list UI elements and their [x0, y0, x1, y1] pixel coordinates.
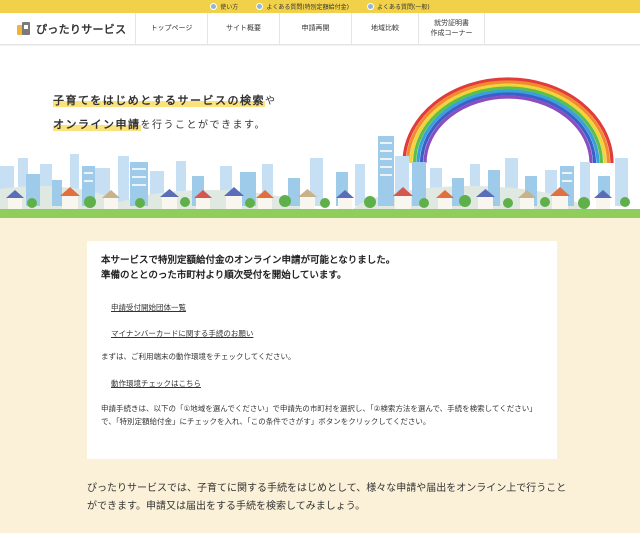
procedure-text: 申請手続きは、以下の「①地域を選んでください」で申請先の市町村を選択し、「②検索…: [101, 404, 537, 426]
bullet-icon: [256, 3, 264, 10]
bullet-icon: [210, 3, 218, 10]
nav-top-page[interactable]: トップページ: [135, 13, 207, 44]
nav-region-compare[interactable]: 地域比較: [351, 13, 418, 44]
hero-rest: や: [264, 96, 277, 107]
check-environment-text: まずは、ご利用端末の動作環境をチェックしてください。: [101, 352, 296, 361]
utility-bar: 使い方 よくある質問(特別定額給付金) よくある質問(一般): [0, 0, 640, 13]
logo-icon: [17, 21, 31, 36]
hero-tagline-line1: 子育てをはじめとするサービスの検索や: [53, 92, 276, 108]
hero-tagline-line2: オンライン申請を行うことができます。: [53, 116, 266, 132]
util-link-label: よくある質問(一般): [377, 4, 430, 11]
cityscape-illustration: [0, 77, 640, 218]
util-link-faq-benefit[interactable]: よくある質問(特別定額給付金): [256, 2, 349, 11]
notice-heading-line2: 準備のととのった市町村より順次受付を開始しています。: [101, 270, 347, 282]
notice-heading-line1: 本サービスで特別定額給付金のオンライン申請が可能となりました。: [101, 255, 396, 266]
link-environment-check[interactable]: 動作環境チェックはこちら: [111, 378, 201, 389]
bullet-icon: [367, 3, 374, 10]
logo-text: ぴったりサービス: [36, 22, 127, 36]
util-link-label: よくある質問(特別定額給付金): [266, 4, 349, 11]
link-accepting-municipalities[interactable]: 申請受付開始団体一覧: [111, 302, 186, 313]
hero-highlight: 子育てをはじめとするサービスの検索: [53, 94, 265, 107]
hero-highlight: オンライン申請: [53, 118, 141, 131]
nav-application-resume[interactable]: 申請再開: [279, 13, 351, 44]
link-mynumber-card-request[interactable]: マイナンバーカードに関する手続のお願い: [111, 328, 253, 339]
site-logo[interactable]: ぴったりサービス: [17, 21, 135, 37]
intro-text: ぴったりサービスでは、子育てに関する手続をはじめとして、様々な申請や届出をオンラ…: [87, 483, 567, 512]
nav-site-overview[interactable]: サイト概要: [207, 13, 279, 44]
util-link-faq-general[interactable]: よくある質問(一般): [367, 2, 430, 11]
hero-rest: を行うことができます。: [140, 120, 266, 131]
site-header: ぴったりサービス トップページ サイト概要 申請再開 地域比較 就労証明書 作成…: [0, 13, 640, 45]
notice-panel: 本サービスで特別定額給付金のオンライン申請が可能となりました。 準備のととのった…: [87, 241, 557, 459]
notice-heading: 本サービスで特別定額給付金のオンライン申請が可能となりました。 準備のととのった…: [101, 253, 551, 283]
util-link-label: 使い方: [220, 4, 239, 11]
hero-banner: 子育てをはじめとするサービスの検索や オンライン申請を行うことができます。: [0, 46, 640, 218]
nav-employment-certificate[interactable]: 就労証明書 作成コーナー: [418, 13, 485, 44]
main-nav: トップページ サイト概要 申請再開 地域比較 就労証明書 作成コーナー: [135, 13, 485, 44]
util-link-how-to[interactable]: 使い方: [210, 2, 238, 11]
